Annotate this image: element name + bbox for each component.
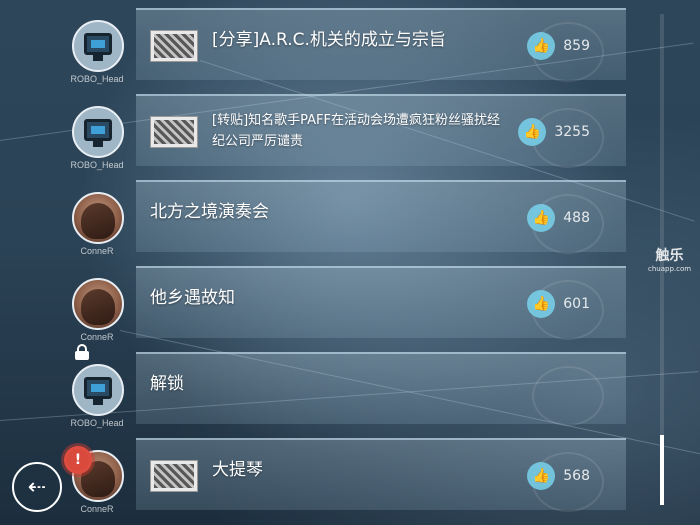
avatar[interactable] — [72, 20, 124, 72]
post-title: 他乡遇故知 — [150, 288, 235, 308]
author-avatar-wrap — [72, 278, 124, 330]
author-avatar-wrap — [72, 20, 124, 72]
post-title: [转贴]知名歌手PAFF在活动会场遭疯狂粉丝骚扰经纪公司严厉谴责 — [212, 113, 500, 149]
thumbs-up-icon[interactable]: 👍 — [518, 118, 547, 146]
thumbs-up-icon[interactable]: 👍 — [527, 204, 556, 232]
like-count: 3255 — [554, 124, 590, 140]
like-counter[interactable]: 👍 3255 — [518, 118, 590, 146]
post-row[interactable]: ConneR 他乡遇故知 👍 601 — [0, 266, 640, 352]
watermark-url: chuapp.com — [648, 265, 692, 273]
thumbs-up-icon[interactable]: 👍 — [527, 32, 556, 60]
like-count: 488 — [563, 210, 590, 226]
watermark-logo: 触乐 — [655, 248, 684, 264]
post-thumbnail — [150, 460, 198, 492]
author-name: ConneR — [80, 246, 114, 256]
author-avatar-wrap — [72, 192, 124, 244]
post-card[interactable]: 解锁 — [136, 352, 626, 426]
post-card[interactable]: 他乡遇故知 👍 601 — [136, 266, 626, 340]
like-counter[interactable]: 👍 488 — [527, 204, 590, 232]
author-name: ROBO_Head — [70, 74, 124, 84]
lock-icon — [74, 344, 90, 360]
avatar[interactable] — [72, 192, 124, 244]
author-avatar-wrap — [72, 364, 124, 416]
post-title: 北方之境演奏会 — [150, 202, 269, 222]
post-card[interactable]: 北方之境演奏会 👍 488 — [136, 180, 626, 254]
post-row[interactable]: ROBO_Head 解锁 — [0, 344, 640, 438]
post-title: 解锁 — [150, 374, 184, 394]
thumbs-up-icon[interactable]: 👍 — [527, 290, 556, 318]
post-row[interactable]: ConneR 北方之境演奏会 👍 488 — [0, 180, 640, 266]
author-name: ConneR — [80, 504, 114, 514]
thumbs-up-icon[interactable]: 👍 — [527, 462, 556, 490]
post-title: 大提琴 — [212, 460, 263, 480]
post-card[interactable]: [转贴]知名歌手PAFF在活动会场遭疯狂粉丝骚扰经纪公司严厉谴责 👍 3255 — [136, 94, 626, 168]
alert-badge: ! — [64, 446, 92, 474]
author-avatar-wrap — [72, 106, 124, 158]
avatar[interactable] — [72, 278, 124, 330]
author-name: ROBO_Head — [70, 418, 124, 428]
like-counter[interactable]: 👍 568 — [527, 462, 590, 490]
background-emblem — [532, 366, 604, 426]
post-card[interactable]: 大提琴 👍 568 — [136, 438, 626, 512]
author-name: ROBO_Head — [70, 160, 124, 170]
post-row[interactable]: ConneR 大提琴 👍 568 — [0, 438, 640, 524]
post-card[interactable]: [分享]A.R.C.机关的成立与宗旨 👍 859 — [136, 8, 626, 82]
avatar[interactable] — [72, 106, 124, 158]
like-count: 568 — [563, 468, 590, 484]
like-count: 601 — [563, 296, 590, 312]
author-name: ConneR — [80, 332, 114, 342]
post-thumbnail — [150, 30, 198, 62]
avatar[interactable] — [72, 364, 124, 416]
like-counter[interactable]: 👍 859 — [527, 32, 590, 60]
like-count: 859 — [563, 38, 590, 54]
post-row[interactable]: ROBO_Head [转贴]知名歌手PAFF在活动会场遭疯狂粉丝骚扰经纪公司严厉谴… — [0, 94, 640, 180]
back-arrow-icon: ⇠ — [27, 474, 47, 500]
post-thumbnail — [150, 116, 198, 148]
scrollbar-thumb[interactable] — [660, 435, 664, 505]
like-counter[interactable]: 👍 601 — [527, 290, 590, 318]
post-title: [分享]A.R.C.机关的成立与宗旨 — [212, 30, 446, 50]
watermark: 触乐 chuapp.com — [648, 245, 691, 273]
post-row[interactable]: ROBO_Head [分享]A.R.C.机关的成立与宗旨 👍 859 — [0, 8, 640, 94]
back-button[interactable]: ⇠ — [12, 462, 62, 512]
